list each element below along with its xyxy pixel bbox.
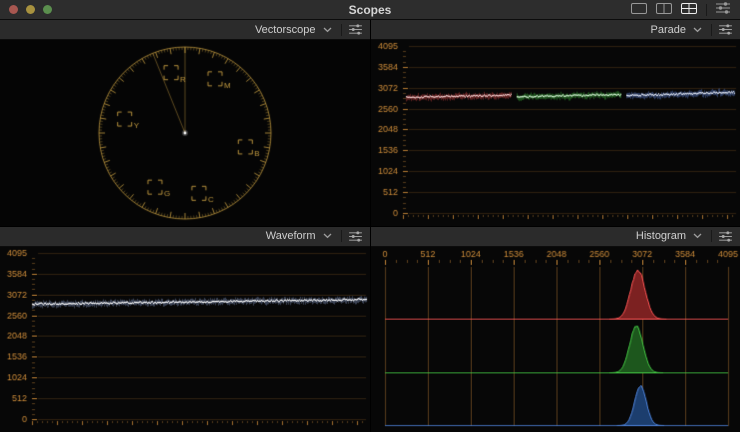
header-separator (711, 230, 712, 242)
waveform-header: Waveform (0, 227, 370, 247)
header-separator (341, 24, 342, 36)
zoom-button[interactable] (43, 5, 52, 14)
close-button[interactable] (9, 5, 18, 14)
waveform-display (0, 247, 370, 432)
layout-grid-icon[interactable] (681, 1, 697, 19)
header-separator (341, 230, 342, 242)
parade-settings-icon[interactable] (719, 24, 732, 35)
chevron-down-icon[interactable] (323, 233, 332, 239)
vectorscope-title: Vectorscope (255, 24, 316, 36)
traffic-lights (0, 5, 52, 14)
waveform-panel: Waveform (0, 227, 370, 432)
parade-header: Parade (371, 20, 740, 40)
histogram-title: Histogram (636, 230, 686, 242)
header-separator (711, 24, 712, 36)
titlebar-view-controls (631, 1, 740, 19)
histogram-settings-icon[interactable] (719, 231, 732, 242)
chevron-down-icon[interactable] (323, 27, 332, 33)
titlebar-separator (706, 4, 707, 16)
waveform-settings-icon[interactable] (349, 231, 362, 242)
histogram-panel: Histogram (371, 227, 740, 432)
vectorscope-panel: Vectorscope (0, 20, 370, 226)
scopes-grid: Vectorscope Parade (0, 20, 740, 432)
vectorscope-header: Vectorscope (0, 20, 370, 40)
minimize-button[interactable] (26, 5, 35, 14)
layout-single-icon[interactable] (631, 1, 647, 19)
histogram-header: Histogram (371, 227, 740, 247)
chevron-down-icon[interactable] (693, 27, 702, 33)
window-title: Scopes (0, 3, 740, 17)
chevron-down-icon[interactable] (693, 233, 702, 239)
layout-dual-icon[interactable] (656, 1, 672, 19)
titlebar[interactable]: Scopes (0, 0, 740, 20)
vectorscope-settings-icon[interactable] (349, 24, 362, 35)
waveform-title: Waveform (266, 230, 316, 242)
histogram-display (371, 247, 740, 432)
scopes-settings-sliders-icon[interactable] (716, 1, 730, 19)
parade-panel: Parade (371, 20, 740, 226)
vectorscope-display (0, 40, 370, 226)
scopes-window: Scopes Vectorscope (0, 0, 740, 432)
parade-display (371, 40, 740, 226)
parade-title: Parade (651, 24, 686, 36)
